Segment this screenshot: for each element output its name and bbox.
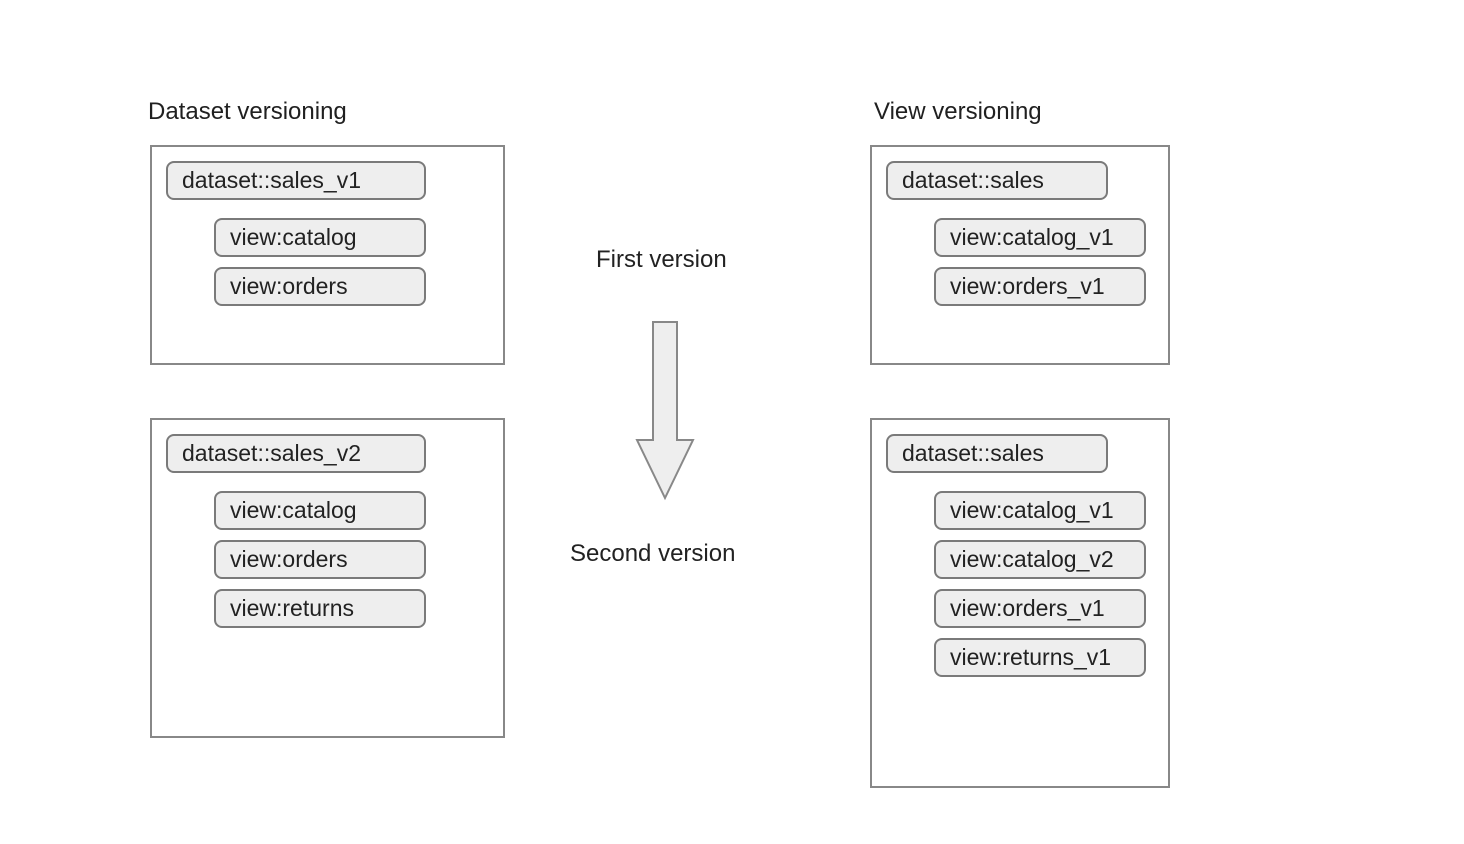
views-list: view:catalog_v1 view:orders_v1 (886, 218, 1154, 306)
label-first-version: First version (596, 246, 727, 274)
view-tag: view:orders (214, 540, 426, 579)
arrow-down-icon (630, 320, 700, 516)
panel-view-v1: dataset::sales view:catalog_v1 view:orde… (870, 145, 1170, 365)
view-tag: view:catalog (214, 218, 426, 257)
heading-dataset-versioning: Dataset versioning (148, 98, 347, 126)
view-tag: view:returns_v1 (934, 638, 1146, 677)
views-list: view:catalog view:orders view:returns (166, 491, 489, 628)
view-tag: view:orders_v1 (934, 589, 1146, 628)
view-tag: view:orders (214, 267, 426, 306)
diagram-canvas: Dataset versioning View versioning datas… (0, 0, 1464, 844)
dataset-tag: dataset::sales (886, 161, 1108, 200)
view-tag: view:catalog_v1 (934, 218, 1146, 257)
view-tag: view:catalog_v1 (934, 491, 1146, 530)
dataset-tag: dataset::sales (886, 434, 1108, 473)
panel-view-v2: dataset::sales view:catalog_v1 view:cata… (870, 418, 1170, 788)
view-tag: view:returns (214, 589, 426, 628)
label-second-version: Second version (570, 540, 735, 568)
heading-view-versioning: View versioning (874, 98, 1042, 126)
dataset-tag: dataset::sales_v2 (166, 434, 426, 473)
panel-dataset-v2: dataset::sales_v2 view:catalog view:orde… (150, 418, 505, 738)
views-list: view:catalog_v1 view:catalog_v2 view:ord… (886, 491, 1154, 677)
views-list: view:catalog view:orders (166, 218, 489, 306)
view-tag: view:orders_v1 (934, 267, 1146, 306)
dataset-tag: dataset::sales_v1 (166, 161, 426, 200)
panel-dataset-v1: dataset::sales_v1 view:catalog view:orde… (150, 145, 505, 365)
view-tag: view:catalog (214, 491, 426, 530)
view-tag: view:catalog_v2 (934, 540, 1146, 579)
